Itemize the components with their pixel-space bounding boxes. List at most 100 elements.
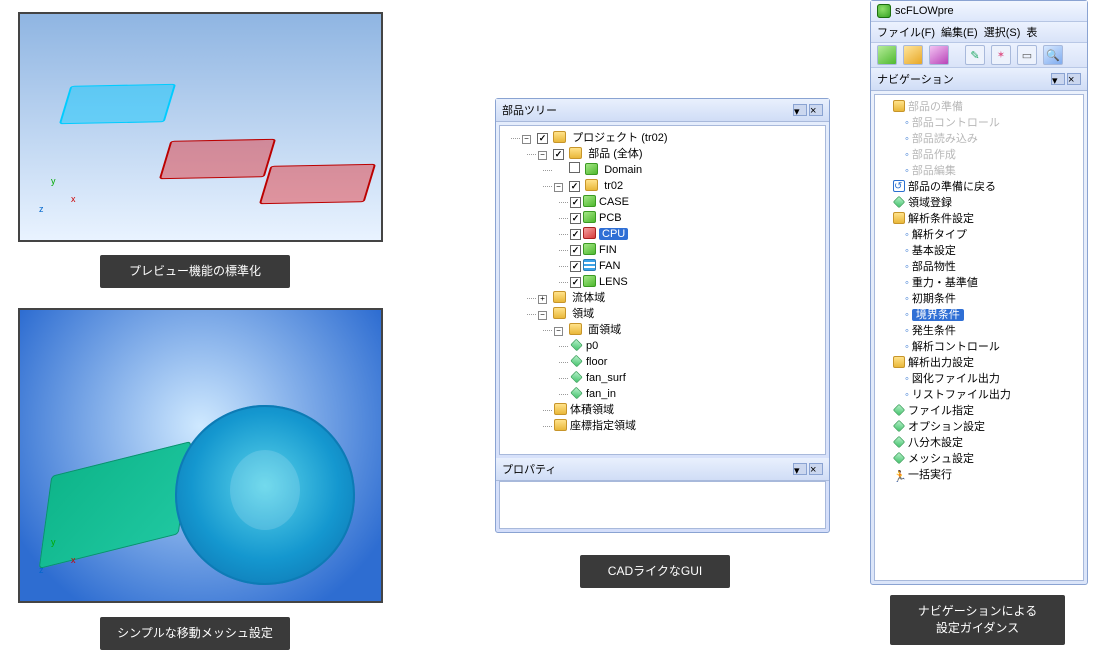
tree-item[interactable]: Domain [604, 164, 642, 176]
expander[interactable]: − [554, 183, 563, 192]
nav-item[interactable]: オプション設定 [908, 421, 985, 433]
checkbox[interactable] [569, 181, 580, 192]
nav-item[interactable]: 基本設定 [912, 245, 956, 257]
toolbar-separator [955, 45, 959, 65]
tree-item[interactable]: fan_in [586, 388, 616, 400]
folder-icon [893, 100, 905, 112]
checkbox[interactable] [570, 213, 581, 224]
folder-icon [569, 323, 582, 335]
app-icon [877, 4, 891, 18]
nav-item[interactable]: 領域登録 [908, 197, 952, 209]
tree-item[interactable]: tr02 [604, 180, 623, 192]
bullet-icon: ◦ [905, 117, 909, 129]
checkbox[interactable] [553, 149, 564, 160]
toolbar-cube-pink[interactable] [929, 45, 949, 65]
pane-close-button[interactable]: × [809, 463, 823, 475]
folder-icon [893, 212, 905, 224]
folder-icon [893, 356, 905, 368]
nav-item[interactable]: 部品作成 [912, 149, 956, 161]
axis-gizmo: yxz [45, 180, 85, 220]
checkbox[interactable] [570, 261, 581, 272]
nav-item[interactable]: 解析タイプ [912, 229, 967, 241]
checkbox[interactable] [570, 245, 581, 256]
nav-item[interactable]: 解析コントロール [912, 341, 1000, 353]
toolbar-edit[interactable] [965, 45, 985, 65]
checkbox[interactable] [570, 197, 581, 208]
nav-item[interactable]: 解析条件設定 [908, 213, 974, 225]
mesh-3d-panel: yxz [18, 308, 383, 603]
tree-item[interactable]: CASE [599, 196, 629, 208]
checkbox[interactable] [570, 229, 581, 240]
tree-item[interactable]: fan_surf [586, 372, 626, 384]
tree-item[interactable]: PCB [599, 212, 622, 224]
expander[interactable]: + [538, 295, 547, 304]
nav-item[interactable]: 初期条件 [912, 293, 956, 305]
checkbox[interactable] [537, 133, 548, 144]
nav-item[interactable]: 解析出力設定 [908, 357, 974, 369]
diamond-icon [893, 436, 905, 448]
menu-select[interactable]: 選択(S) [984, 24, 1021, 40]
expander[interactable]: − [554, 327, 563, 336]
nav-item[interactable]: リストファイル出力 [912, 389, 1011, 401]
toolbar-box[interactable] [1017, 45, 1037, 65]
tree-item[interactable]: LENS [599, 276, 628, 288]
checkbox[interactable] [570, 277, 581, 288]
nav-item[interactable]: 一括実行 [908, 469, 952, 481]
nav-item[interactable]: 重力・基準値 [912, 277, 978, 289]
checkbox[interactable] [569, 162, 580, 173]
tree-root-label[interactable]: プロジェクト (tr02) [572, 132, 667, 144]
nav-item[interactable]: メッシュ設定 [908, 453, 974, 465]
folder-icon [554, 419, 567, 431]
part-tree-body[interactable]: − プロジェクト (tr02) − 部品 (全体) [499, 125, 826, 455]
toolbar-star[interactable] [991, 45, 1011, 65]
menu-file[interactable]: ファイル(F) [877, 24, 935, 40]
nav-item[interactable]: 部品編集 [912, 165, 956, 177]
nav-item[interactable]: 発生条件 [912, 325, 956, 337]
nav-item[interactable]: 部品コントロール [912, 117, 1000, 129]
nav-item[interactable]: 部品読み込み [912, 133, 978, 145]
wave-icon [583, 259, 596, 271]
tree-item[interactable]: FAN [599, 260, 620, 272]
expander[interactable]: − [538, 151, 547, 160]
toolbar-cube-green[interactable] [877, 45, 897, 65]
cube-icon [583, 227, 596, 239]
nav-item[interactable]: 部品の準備 [908, 101, 963, 113]
nav-item[interactable]: 八分木設定 [908, 437, 963, 449]
nav-item[interactable]: ファイル指定 [908, 405, 974, 417]
navigation-tree[interactable]: 部品の準備◦部品コントロール◦部品読み込み◦部品作成◦部品編集部品の準備に戻る領… [874, 94, 1084, 581]
menu-more[interactable]: 表 [1026, 24, 1037, 40]
tree-item[interactable]: p0 [586, 340, 598, 352]
pane-close-button[interactable]: × [809, 104, 823, 116]
pane-menu-button[interactable]: ▾ [793, 104, 807, 116]
tree-region-label[interactable]: 領域 [572, 308, 594, 320]
tree-item-selected[interactable]: CPU [599, 228, 628, 240]
tree-fluid-label[interactable]: 流体域 [572, 292, 605, 304]
nav-item[interactable]: 境界条件 [912, 309, 964, 321]
nav-item[interactable]: 図化ファイル出力 [912, 373, 1000, 385]
diamond-icon [570, 355, 582, 367]
tree-item[interactable]: floor [586, 356, 607, 368]
pane-menu-button[interactable]: ▾ [1051, 73, 1065, 85]
nav-item[interactable]: 部品の準備に戻る [908, 181, 996, 193]
nav-item[interactable]: 部品物性 [912, 261, 956, 273]
pane-menu-button[interactable]: ▾ [793, 463, 807, 475]
nav-panel-title: ナビゲーション [877, 71, 954, 87]
toolbar-cube-yellow[interactable] [903, 45, 923, 65]
expander[interactable]: − [522, 135, 531, 144]
expander[interactable]: − [538, 311, 547, 320]
property-body[interactable] [499, 481, 826, 529]
diamond-icon [570, 339, 582, 351]
tree-item[interactable]: 面領域 [588, 324, 621, 336]
tree-item[interactable]: 座標指定領域 [570, 420, 636, 432]
folder-icon [553, 291, 566, 303]
property-titlebar: プロパティ ▾ × [496, 458, 829, 481]
toolbar-search[interactable] [1043, 45, 1063, 65]
bullet-icon: ◦ [905, 325, 909, 337]
back-icon [893, 180, 905, 192]
menu-edit[interactable]: 編集(E) [941, 24, 978, 40]
tree-item[interactable]: 体積領域 [570, 404, 614, 416]
bullet-icon: ◦ [905, 149, 909, 161]
tree-item[interactable]: FIN [599, 244, 617, 256]
tree-parts-label[interactable]: 部品 (全体) [588, 148, 642, 160]
pane-close-button[interactable]: × [1067, 73, 1081, 85]
